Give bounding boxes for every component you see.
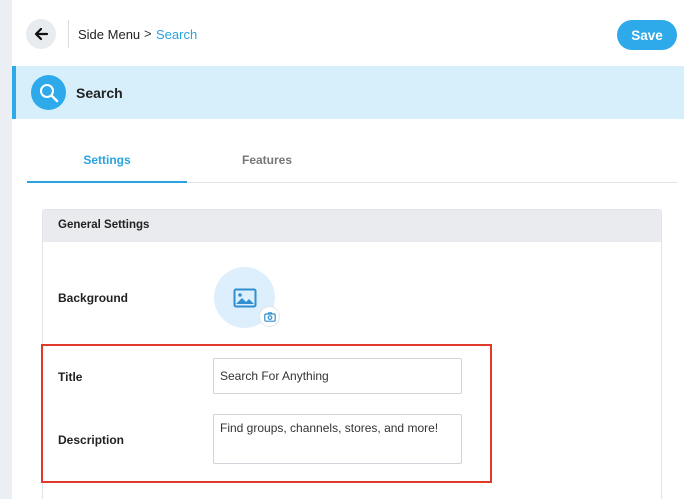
description-label: Description [58, 433, 125, 447]
camera-icon [263, 311, 276, 322]
breadcrumb-current[interactable]: Search [156, 27, 197, 42]
page-header: Search [12, 66, 684, 119]
back-button[interactable] [26, 19, 56, 49]
search-icon [31, 75, 66, 110]
breadcrumb-separator: > [144, 26, 152, 41]
breadcrumb-root[interactable]: Side Menu [78, 27, 140, 42]
image-icon [233, 288, 256, 307]
tab-settings[interactable]: Settings [27, 138, 187, 183]
card-title: General Settings [43, 210, 661, 242]
tab-features[interactable]: Features [187, 138, 347, 183]
save-button[interactable]: Save [617, 20, 677, 50]
top-bar: Side Menu > Search Save [12, 0, 684, 66]
change-image-button[interactable] [259, 306, 280, 327]
divider [68, 20, 69, 48]
description-textarea[interactable]: Find groups, channels, stores, and more! [213, 414, 462, 464]
general-settings-card: General Settings Background Title Descri… [42, 209, 662, 499]
title-label: Title [58, 370, 83, 384]
title-input[interactable] [213, 358, 462, 394]
arrow-left-icon [34, 27, 49, 41]
background-label: Background [58, 291, 129, 305]
side-menu-search-panel: Side Menu > Search Save Search Settings … [12, 0, 684, 499]
tab-bar: Settings Features [27, 138, 677, 183]
page-title: Search [76, 85, 123, 101]
